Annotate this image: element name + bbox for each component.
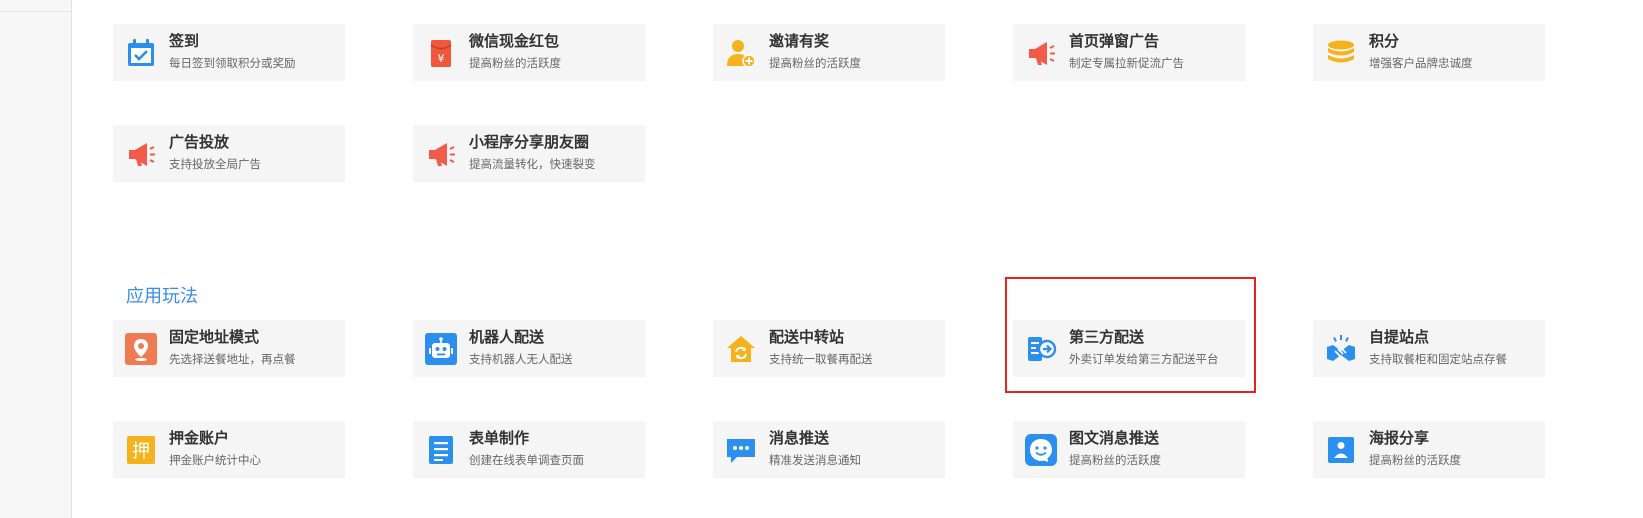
card-description: 支持投放全局广告 [169,157,261,171]
card-title: 海报分享 [1369,429,1430,447]
megaphone-icon [1029,42,1055,65]
card-self-pickup-station[interactable]: 自提站点 支持取餐柜和固定站点存餐 [1313,320,1545,377]
card-description: 增强客户品牌忠诚度 [1369,56,1473,70]
handshake-icon [1327,335,1355,361]
megaphone-icon [429,143,455,166]
third-party-delivery-icon [1028,337,1057,361]
card-title: 小程序分享朋友圈 [469,133,590,151]
card-description: 精准发送消息通知 [769,453,861,467]
red-envelope-glyph: ¥ [438,52,445,65]
card-description: 提高流量转化，快速裂变 [469,157,596,171]
smiley-message-icon [1025,434,1057,466]
card-ad-placement[interactable]: 广告投放 支持投放全局广告 [113,125,345,182]
card-message-push[interactable]: 消息推送 精准发送消息通知 [713,421,945,478]
poster-image-icon [1328,437,1354,463]
card-title: 微信现金红包 [469,32,560,50]
card-description: 支持机器人无人配送 [469,352,573,366]
card-title: 自提站点 [1369,328,1430,346]
card-title: 押金账户 [169,429,230,447]
invite-user-icon [727,40,756,68]
card-miniprogram-share-moments[interactable]: 小程序分享朋友圈 提高流量转化，快速裂变 [413,125,645,182]
card-third-party-delivery[interactable]: 第三方配送 外卖订单发给第三方配送平台 [1013,320,1245,377]
card-description: 每日签到领取积分或奖励 [169,56,296,70]
card-rich-message-push[interactable]: 图文消息推送 提高粉丝的活跃度 [1013,421,1245,478]
card-description: 押金账户统计中心 [169,453,261,467]
calendar-check-icon [128,39,154,66]
card-poster-share[interactable]: 海报分享 提高粉丝的活跃度 [1313,421,1545,478]
card-title: 广告投放 [169,133,230,151]
card-description: 制定专属拉新促流广告 [1069,56,1184,70]
robot-icon [425,333,457,365]
red-envelope-icon: ¥ [430,40,452,67]
card-points[interactable]: 积分 增强客户品牌忠诚度 [1313,24,1545,81]
card-title: 第三方配送 [1069,328,1145,346]
card-title: 首页弹窗广告 [1069,32,1160,50]
deposit-glyph: 押 [132,441,150,462]
card-deposit-account[interactable]: 押 押金账户 押金账户统计中心 [113,421,345,478]
card-description: 外卖订单发给第三方配送平台 [1069,352,1219,366]
card-description: 提高粉丝的活跃度 [469,56,561,70]
card-title: 消息推送 [769,429,830,447]
left-sidebar [0,0,72,518]
card-description: 支持取餐柜和固定站点存餐 [1369,352,1507,366]
card-title: 表单制作 [469,429,530,447]
card-title: 邀请有奖 [769,32,830,50]
transfer-house-icon [727,336,755,362]
card-description: 提高粉丝的活跃度 [769,56,861,70]
section-title-app-features: 应用玩法 [126,286,198,307]
card-form-builder[interactable]: 表单制作 创建在线表单调查页面 [413,421,645,478]
card-delivery-transfer-station[interactable]: 配送中转站 支持统一取餐再配送 [713,320,945,377]
card-wechat-red-packet[interactable]: ¥ 微信现金红包 提高粉丝的活跃度 [413,24,645,81]
card-invite-reward[interactable]: 邀请有奖 提高粉丝的活跃度 [713,24,945,81]
card-sign-in[interactable]: 签到 每日签到领取积分或奖励 [113,24,345,81]
map-pin-icon [125,333,157,365]
deposit-icon: 押 [127,436,155,464]
card-description: 提高粉丝的活跃度 [1369,453,1461,467]
card-title: 签到 [169,32,200,50]
card-title: 机器人配送 [469,328,545,346]
card-title: 配送中转站 [769,328,845,346]
card-robot-delivery[interactable]: 机器人配送 支持机器人无人配送 [413,320,645,377]
coin-stack-icon [1328,40,1354,63]
card-description: 创建在线表单调查页面 [469,453,584,467]
card-title: 图文消息推送 [1069,429,1160,447]
card-description: 先选择送餐地址，再点餐 [169,352,296,366]
card-title: 积分 [1369,32,1400,50]
chat-bubble-icon [727,439,755,463]
card-home-popup-ad[interactable]: 首页弹窗广告 制定专属拉新促流广告 [1013,24,1245,81]
form-list-icon [429,436,453,464]
sidebar-divider [0,11,71,12]
megaphone-icon [129,143,155,166]
card-description: 提高粉丝的活跃度 [1069,453,1161,467]
card-description: 支持统一取餐再配送 [769,352,873,366]
card-fixed-address-mode[interactable]: 固定地址模式 先选择送餐地址，再点餐 [113,320,345,377]
card-title: 固定地址模式 [169,328,260,346]
